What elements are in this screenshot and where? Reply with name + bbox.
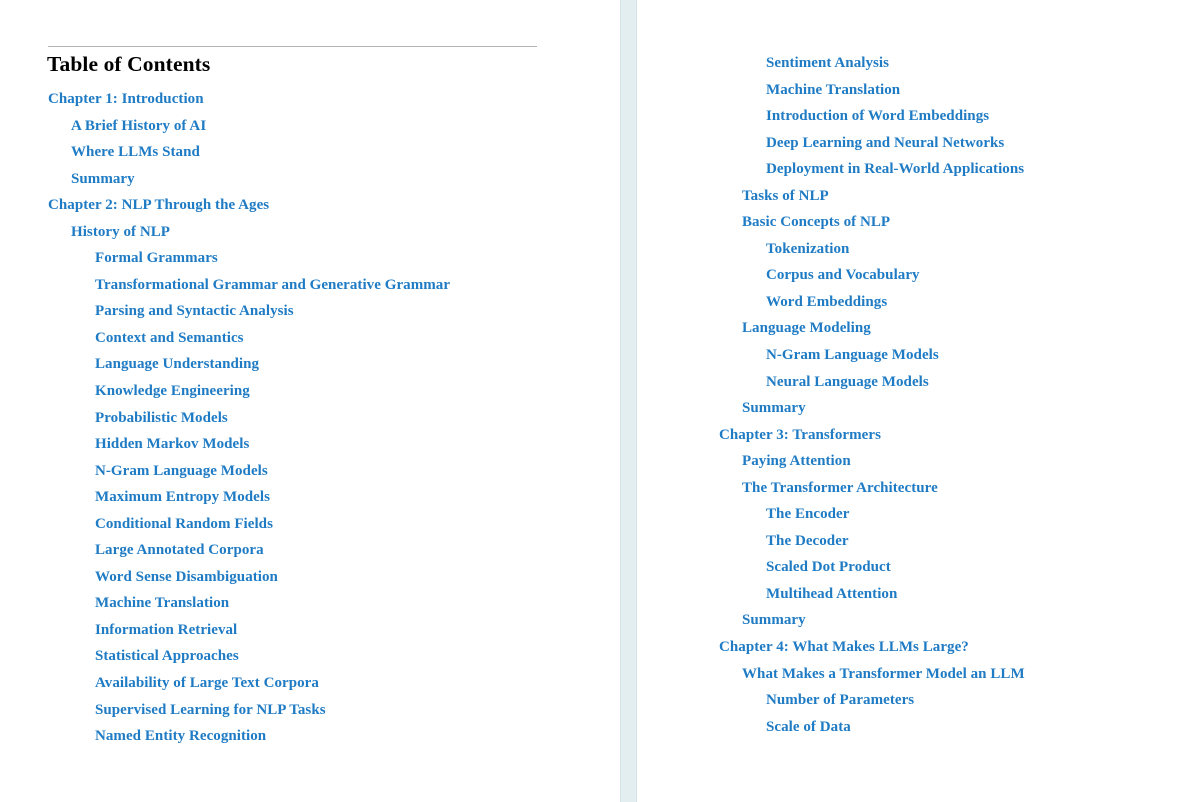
toc-entry-chapter-3-transformers[interactable]: Chapter 3: Transformers [719, 422, 1025, 449]
toc-entry-scale-of-data[interactable]: Scale of Data [719, 714, 1025, 741]
toc-entry-what-makes-a-transformer-model-an-llm[interactable]: What Makes a Transformer Model an LLM [719, 661, 1025, 688]
toc-entry-information-retrieval[interactable]: Information Retrieval [48, 617, 450, 644]
toc-entry-corpus-and-vocabulary[interactable]: Corpus and Vocabulary [719, 262, 1025, 289]
toc-entry-word-sense-disambiguation[interactable]: Word Sense Disambiguation [48, 564, 450, 591]
toc-entry-chapter-1-introduction[interactable]: Chapter 1: Introduction [48, 86, 450, 113]
toc-entry-number-of-parameters[interactable]: Number of Parameters [719, 687, 1025, 714]
toc-entry-machine-translation[interactable]: Machine Translation [48, 590, 450, 617]
toc-entry-summary[interactable]: Summary [48, 166, 450, 193]
toc-entry-conditional-random-fields[interactable]: Conditional Random Fields [48, 511, 450, 538]
toc-entry-maximum-entropy-models[interactable]: Maximum Entropy Models [48, 484, 450, 511]
toc-entry-where-llms-stand[interactable]: Where LLMs Stand [48, 139, 450, 166]
toc-entry-deep-learning-and-neural-networks[interactable]: Deep Learning and Neural Networks [719, 130, 1025, 157]
toc-entry-word-embeddings[interactable]: Word Embeddings [719, 289, 1025, 316]
toc-entry-deployment-in-real-world-applications[interactable]: Deployment in Real-World Applications [719, 156, 1025, 183]
toc-entry-n-gram-language-models[interactable]: N-Gram Language Models [719, 342, 1025, 369]
toc-entry-tasks-of-nlp[interactable]: Tasks of NLP [719, 183, 1025, 210]
toc-entry-formal-grammars[interactable]: Formal Grammars [48, 245, 450, 272]
toc-entry-the-encoder[interactable]: The Encoder [719, 501, 1025, 528]
document-page: Table of Contents Chapter 1: Introductio… [0, 0, 1194, 802]
toc-entry-basic-concepts-of-nlp[interactable]: Basic Concepts of NLP [719, 209, 1025, 236]
toc-entry-context-and-semantics[interactable]: Context and Semantics [48, 325, 450, 352]
toc-entry-a-brief-history-of-ai[interactable]: A Brief History of AI [48, 113, 450, 140]
toc-entry-paying-attention[interactable]: Paying Attention [719, 448, 1025, 475]
toc-entry-chapter-2-nlp-through-the-ages[interactable]: Chapter 2: NLP Through the Ages [48, 192, 450, 219]
toc-entry-knowledge-engineering[interactable]: Knowledge Engineering [48, 378, 450, 405]
toc-entry-supervised-learning-for-nlp-tasks[interactable]: Supervised Learning for NLP Tasks [48, 697, 450, 724]
toc-entry-n-gram-language-models[interactable]: N-Gram Language Models [48, 458, 450, 485]
toc-entry-language-modeling[interactable]: Language Modeling [719, 315, 1025, 342]
toc-entry-large-annotated-corpora[interactable]: Large Annotated Corpora [48, 537, 450, 564]
toc-entry-hidden-markov-models[interactable]: Hidden Markov Models [48, 431, 450, 458]
toc-entry-introduction-of-word-embeddings[interactable]: Introduction of Word Embeddings [719, 103, 1025, 130]
toc-entry-statistical-approaches[interactable]: Statistical Approaches [48, 643, 450, 670]
toc-entry-language-understanding[interactable]: Language Understanding [48, 351, 450, 378]
toc-entry-sentiment-analysis[interactable]: Sentiment Analysis [719, 50, 1025, 77]
toc-entry-multihead-attention[interactable]: Multihead Attention [719, 581, 1025, 608]
toc-entry-the-decoder[interactable]: The Decoder [719, 528, 1025, 555]
toc-entry-tokenization[interactable]: Tokenization [719, 236, 1025, 263]
page-title: Table of Contents [47, 52, 211, 76]
toc-entry-neural-language-models[interactable]: Neural Language Models [719, 369, 1025, 396]
column-divider [620, 0, 637, 802]
toc-entry-scaled-dot-product[interactable]: Scaled Dot Product [719, 554, 1025, 581]
toc-entry-the-transformer-architecture[interactable]: The Transformer Architecture [719, 475, 1025, 502]
toc-entry-chapter-4-what-makes-llms-large[interactable]: Chapter 4: What Makes LLMs Large? [719, 634, 1025, 661]
toc-list-left: Chapter 1: Introduction A Brief History o… [48, 86, 450, 750]
toc-list-right: Sentiment Analysis Machine Translation Int… [719, 50, 1025, 740]
toc-entry-probabilistic-models[interactable]: Probabilistic Models [48, 405, 450, 432]
toc-left-column: Table of Contents Chapter 1: Introductio… [0, 0, 620, 802]
toc-entry-machine-translation[interactable]: Machine Translation [719, 77, 1025, 104]
toc-entry-summary[interactable]: Summary [719, 607, 1025, 634]
toc-entry-transformational-grammar-and-generative-grammar[interactable]: Transformational Grammar and Generative … [48, 272, 450, 299]
toc-entry-history-of-nlp[interactable]: History of NLP [48, 219, 450, 246]
heading-divider-rule [48, 46, 537, 47]
toc-entry-named-entity-recognition[interactable]: Named Entity Recognition [48, 723, 450, 750]
toc-entry-parsing-and-syntactic-analysis[interactable]: Parsing and Syntactic Analysis [48, 298, 450, 325]
toc-entry-summary[interactable]: Summary [719, 395, 1025, 422]
toc-right-column: Sentiment Analysis Machine Translation Int… [637, 0, 1194, 802]
toc-entry-availability-of-large-text-corpora[interactable]: Availability of Large Text Corpora [48, 670, 450, 697]
